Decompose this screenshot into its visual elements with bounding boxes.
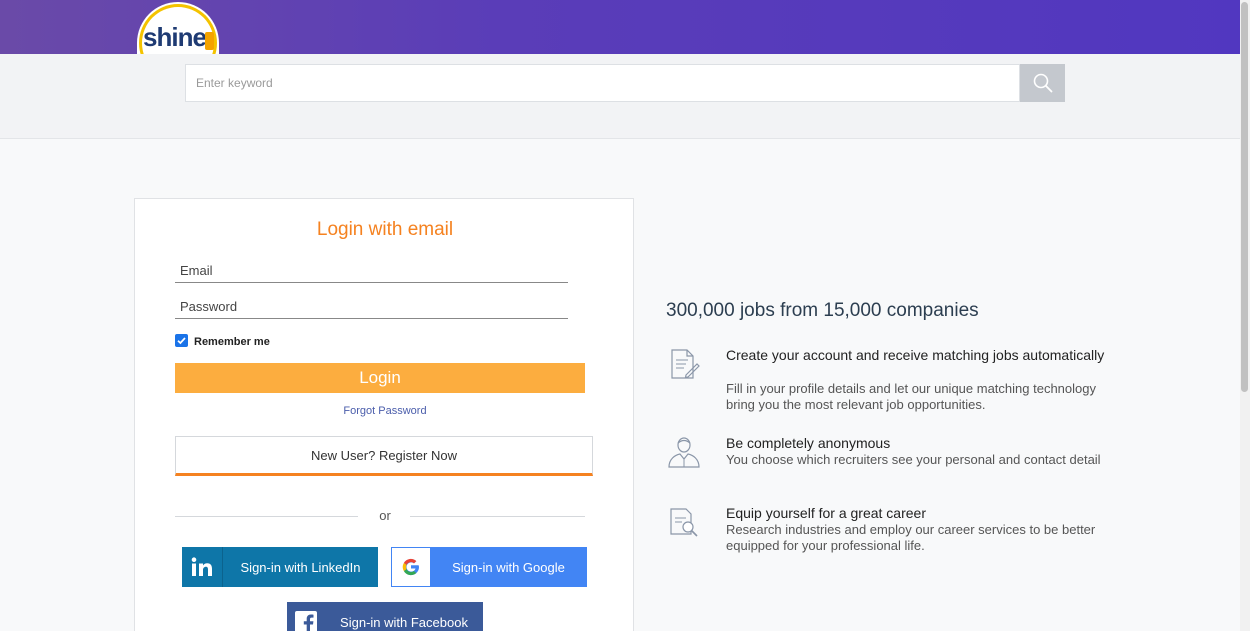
remember-checkbox[interactable] xyxy=(175,334,188,347)
facebook-label: Sign-in with Facebook xyxy=(340,614,468,630)
document-edit-icon xyxy=(671,349,700,379)
divider-right xyxy=(410,516,585,517)
search-band xyxy=(0,54,1250,139)
logo-text: shine xyxy=(143,22,207,52)
login-title: Login with email xyxy=(316,219,454,240)
check-icon xyxy=(177,337,186,345)
login-card: Login with email Remember me Login Forgo… xyxy=(134,198,634,631)
google-signin-button[interactable]: Sign-in with Google xyxy=(391,547,587,587)
login-button[interactable]: Login xyxy=(175,363,585,393)
linkedin-icon xyxy=(182,547,223,587)
email-field[interactable] xyxy=(175,263,568,283)
search-icon xyxy=(1033,73,1052,93)
remember-label: Remember me xyxy=(194,336,270,348)
search-button[interactable] xyxy=(1020,64,1065,102)
document-search-icon xyxy=(670,508,698,537)
feature-description: Fill in your profile details and let our… xyxy=(726,381,1096,412)
linkedin-signin-button[interactable]: Sign-in with LinkedIn xyxy=(182,547,378,587)
promo-heading: 300,000 jobs from 15,000 companies xyxy=(666,300,979,321)
remember-me[interactable]: Remember me xyxy=(175,333,270,348)
person-icon xyxy=(668,437,700,468)
search-input[interactable] xyxy=(185,64,1020,102)
feature-title: Be completely anonymous xyxy=(726,435,891,451)
scrollbar-thumb[interactable] xyxy=(1241,2,1248,392)
facebook-icon xyxy=(287,602,325,631)
feature-description: You choose which recruiters see your per… xyxy=(726,452,1101,467)
password-field[interactable] xyxy=(175,299,568,319)
facebook-signin-button[interactable]: Sign-in with Facebook xyxy=(287,602,483,631)
forgot-password-link[interactable]: Forgot Password xyxy=(135,405,635,417)
google-icon xyxy=(392,548,430,586)
logo-badge xyxy=(205,32,214,50)
google-label: Sign-in with Google xyxy=(452,559,565,575)
feature-description: Research industries and employ our caree… xyxy=(726,522,1096,553)
register-button[interactable]: New User? Register Now xyxy=(175,436,593,476)
feature-title: Equip yourself for a great career xyxy=(726,505,926,521)
feature-title: Create your account and receive matching… xyxy=(726,347,1105,363)
linkedin-label: Sign-in with LinkedIn xyxy=(240,559,361,575)
